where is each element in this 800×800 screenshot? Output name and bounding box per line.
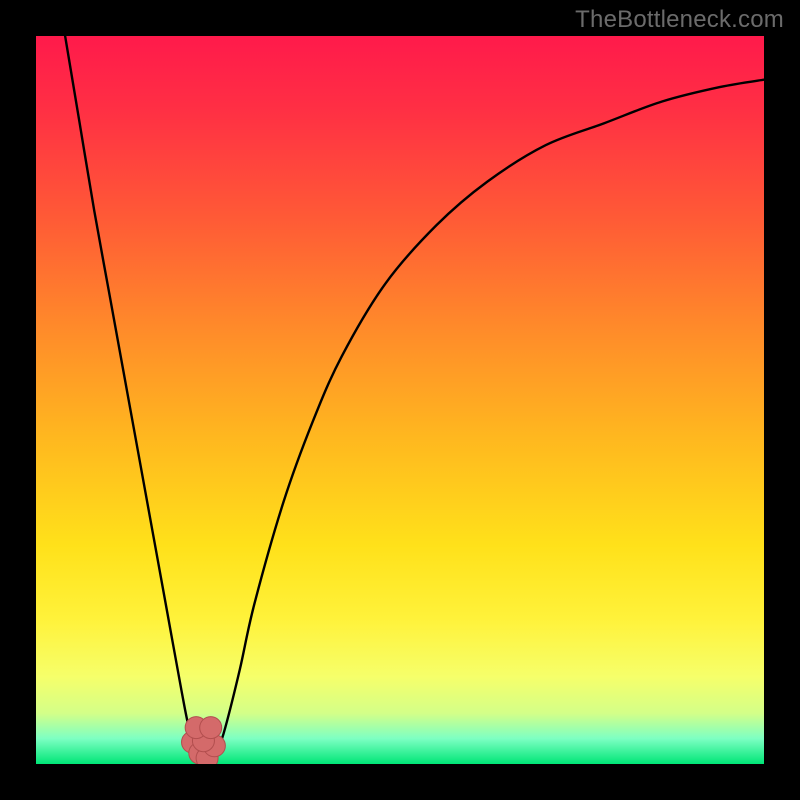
watermark-text: TheBottleneck.com (575, 6, 784, 34)
chart-frame: TheBottleneck.com (0, 0, 800, 800)
bottleneck-curve (65, 36, 764, 762)
curve-layer (36, 36, 764, 764)
minimum-marker (200, 717, 222, 739)
minimum-marker-cluster (182, 717, 226, 764)
plot-area (36, 36, 764, 764)
